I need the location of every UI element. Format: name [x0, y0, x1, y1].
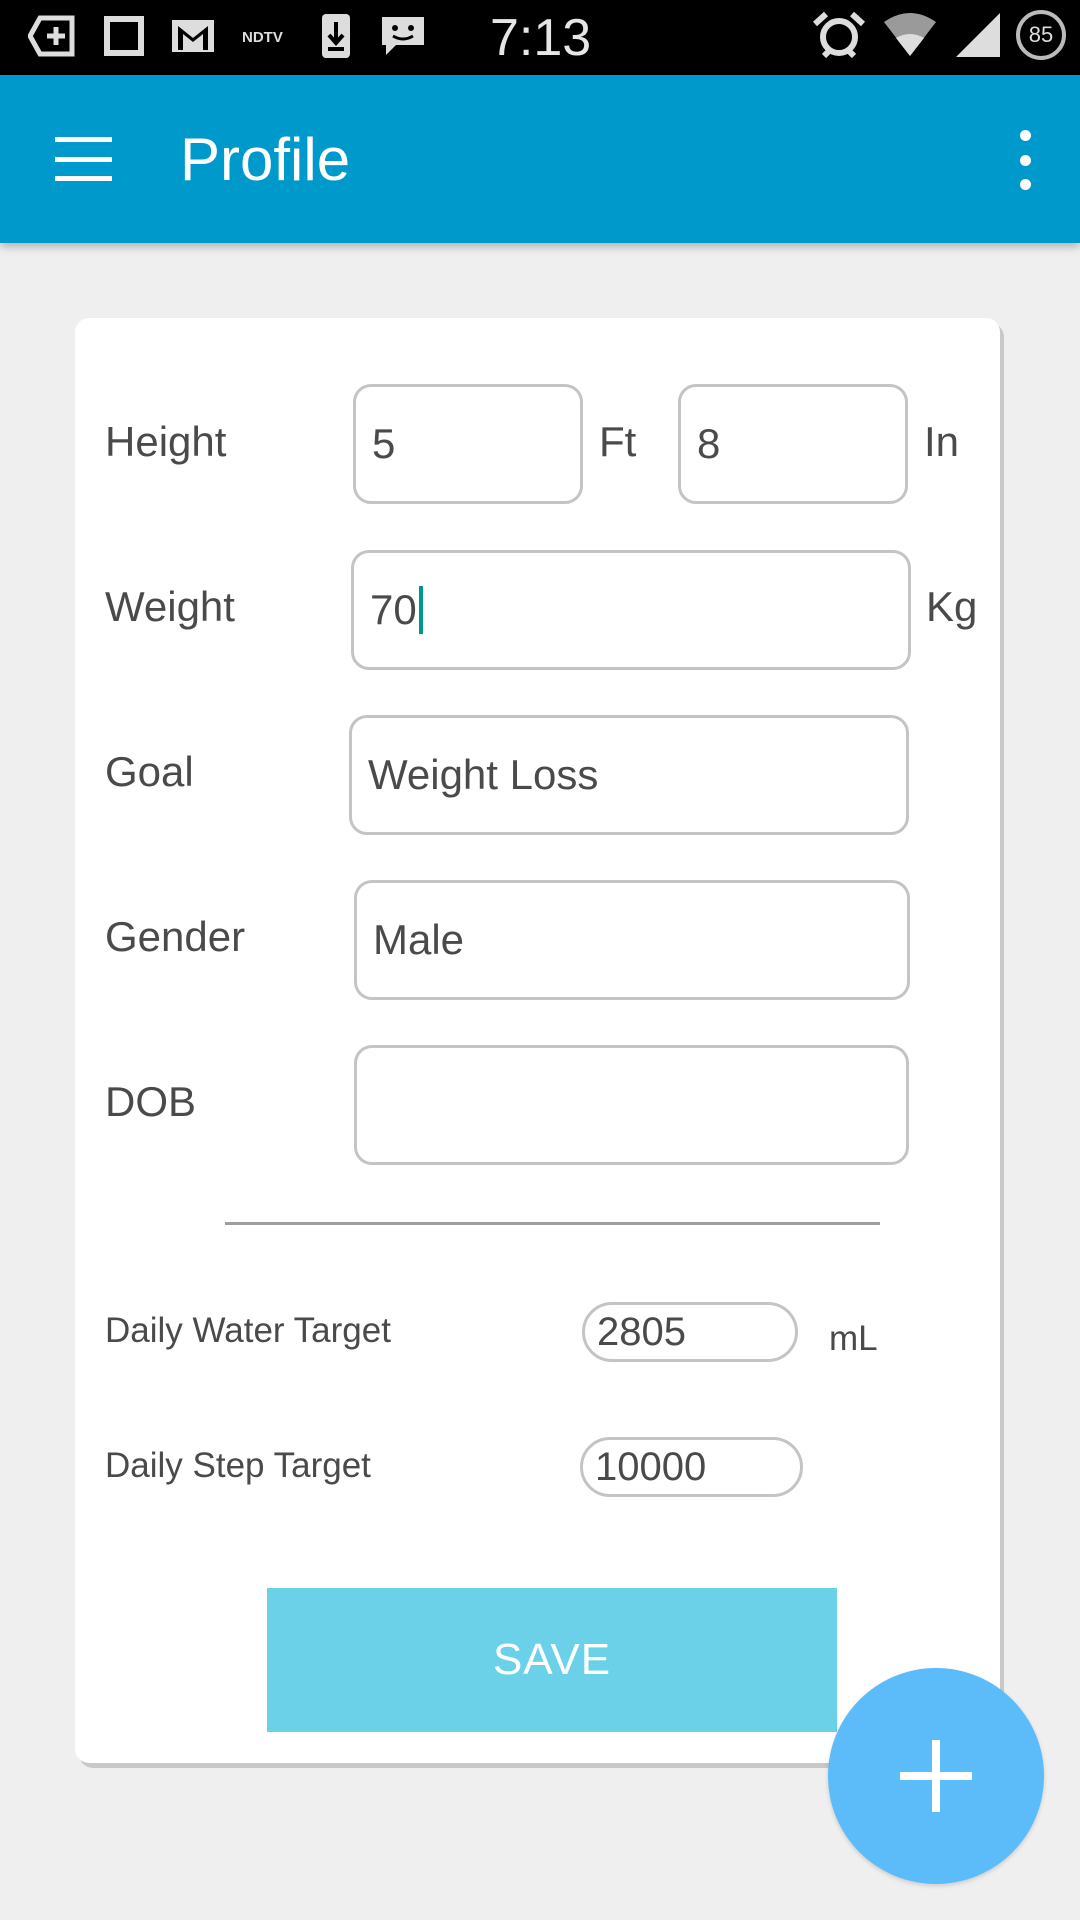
battery-icon: 85 — [1016, 10, 1066, 60]
step-target-label: Daily Step Target — [105, 1446, 371, 1485]
gmail-icon — [172, 20, 214, 52]
height-label: Height — [105, 418, 227, 465]
page-title: Profile — [180, 126, 351, 193]
clock: 7:13 — [490, 9, 592, 67]
signal-icon — [956, 13, 1000, 57]
weight-label: Weight — [105, 583, 235, 630]
hamburger-menu-icon[interactable] — [55, 137, 112, 181]
dob-label: DOB — [105, 1078, 197, 1125]
weight-value: 70 — [370, 586, 417, 633]
square-icon — [104, 16, 144, 56]
water-target-field[interactable]: 2805 — [582, 1302, 798, 1362]
app-bar: Profile — [0, 75, 1080, 243]
weight-unit-label: Kg — [926, 583, 978, 630]
chat-icon — [382, 17, 424, 55]
weight-field[interactable]: 70 — [351, 550, 911, 670]
inches-unit-label: In — [924, 418, 960, 465]
goal-label: Goal — [105, 748, 194, 795]
plus-icon — [900, 1740, 972, 1812]
step-target-field[interactable]: 10000 — [580, 1437, 803, 1497]
feet-unit-label: Ft — [599, 418, 637, 465]
more-vert-icon[interactable] — [1010, 130, 1040, 190]
profile-card: Height 5 Ft 8 In Weight 70 Kg Goal Weigh… — [75, 318, 1000, 1763]
svg-text:NDTV: NDTV — [242, 29, 283, 46]
water-unit-label: mL — [829, 1319, 878, 1358]
alarm-icon — [812, 11, 866, 59]
status-bar: NDTV 7:13 85 — [0, 0, 1080, 75]
download-icon — [322, 14, 350, 58]
add-box-icon — [28, 15, 75, 57]
water-target-label: Daily Water Target — [105, 1311, 391, 1350]
system-icons: 85 — [810, 10, 1066, 60]
save-button[interactable]: SAVE — [267, 1588, 837, 1732]
notification-icons: NDTV — [28, 12, 428, 60]
gender-label: Gender — [105, 913, 246, 960]
height-inches-field[interactable]: 8 — [678, 384, 908, 504]
ndtv-icon: NDTV — [242, 29, 283, 46]
goal-field[interactable]: Weight Loss — [349, 715, 909, 835]
height-feet-field[interactable]: 5 — [353, 384, 583, 504]
gender-field[interactable]: Male — [354, 880, 910, 1000]
text-cursor — [418, 586, 423, 634]
wifi-icon — [884, 13, 936, 56]
divider — [225, 1222, 880, 1225]
dob-field[interactable] — [354, 1045, 909, 1165]
add-fab-button[interactable] — [828, 1668, 1044, 1884]
